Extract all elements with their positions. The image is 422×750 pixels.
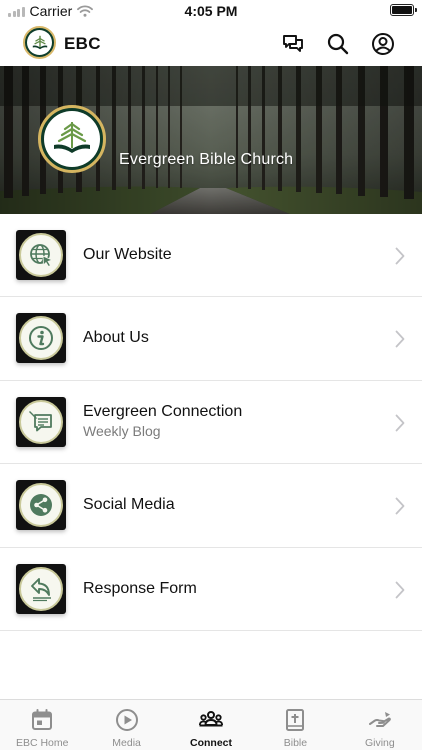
calendar-icon	[32, 709, 53, 730]
chat-icon[interactable]	[281, 32, 305, 56]
menu-item-label: Evergreen Connection	[83, 402, 243, 420]
tab-label: Bible	[283, 737, 308, 749]
info-icon	[16, 313, 66, 364]
church-logo-icon[interactable]	[23, 26, 56, 59]
app-header: EBC	[0, 22, 422, 66]
chevron-right-icon	[395, 330, 405, 348]
menu-item-label: Our Website	[83, 246, 172, 263]
battery-icon	[390, 4, 417, 16]
menu-item-evergreen-connection[interactable]: Evergreen Connection Weekly Blog	[0, 381, 422, 465]
menu-item-about-us[interactable]: About Us	[0, 297, 422, 381]
hero-banner: Evergreen Bible Church	[0, 66, 422, 214]
play-icon	[115, 709, 138, 731]
chevron-right-icon	[395, 247, 405, 265]
chevron-right-icon	[395, 497, 405, 515]
tab-label: Connect	[190, 737, 233, 749]
tab-giving[interactable]: Giving	[338, 700, 422, 750]
menu-item-label: Response Form	[83, 579, 197, 597]
reply-arrow-icon	[16, 563, 66, 614]
search-icon[interactable]	[326, 32, 350, 56]
menu-item-response-form[interactable]: Response Form	[0, 548, 422, 631]
tab-label: Media	[112, 737, 141, 749]
blog-chat-icon	[16, 396, 66, 447]
globe-cursor-icon	[16, 230, 66, 280]
menu-item-social-media[interactable]: Social Media	[0, 464, 422, 548]
connect-menu-list: Our Website About Us Evergreen Connectio…	[0, 214, 422, 631]
menu-item-label: Social Media	[83, 496, 175, 514]
tab-connect[interactable]: Connect	[169, 700, 253, 750]
tab-bar: EBC Home Media Connect Bible Giving	[0, 699, 422, 750]
chevron-right-icon	[395, 414, 405, 432]
menu-item-our-website[interactable]: Our Website	[0, 214, 422, 298]
app-title: EBC	[64, 34, 101, 53]
bible-icon	[286, 709, 305, 731]
tab-bible[interactable]: Bible	[253, 700, 337, 750]
church-name: Evergreen Bible Church	[119, 151, 294, 168]
tab-media[interactable]: Media	[84, 700, 168, 750]
tab-label: EBC Home	[15, 737, 69, 749]
status-bar: Carrier 4:05 PM	[0, 0, 422, 22]
tab-ebc-home[interactable]: EBC Home	[0, 700, 84, 750]
profile-icon[interactable]	[371, 32, 395, 56]
clock: 4:05 PM	[184, 3, 238, 19]
giving-hand-icon	[368, 712, 391, 727]
menu-item-label: About Us	[83, 329, 149, 347]
hero-logo-icon	[38, 105, 106, 173]
chevron-right-icon	[395, 581, 405, 598]
people-icon	[199, 711, 224, 727]
share-icon	[16, 480, 66, 531]
menu-item-subtitle: Weekly Blog	[83, 422, 161, 439]
tab-label: Giving	[364, 737, 395, 749]
